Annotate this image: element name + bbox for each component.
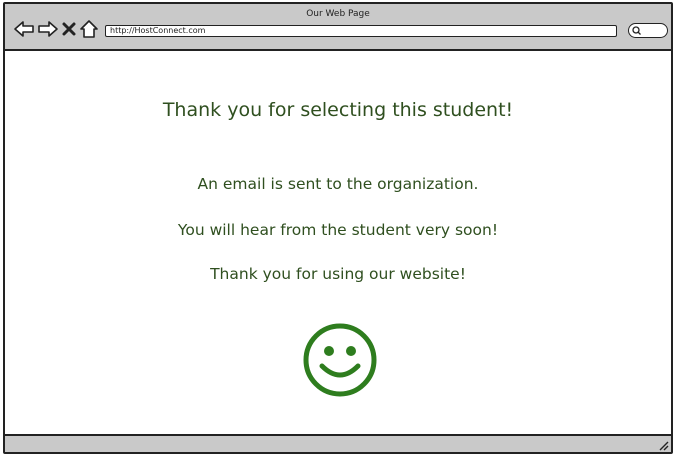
browser-titlebar: Our Web Page http://HostConnect.com xyxy=(5,4,671,51)
student-contact-message: You will hear from the student very soon… xyxy=(177,221,499,239)
search-icon xyxy=(632,26,641,35)
thanks-message: Thank you for using our website! xyxy=(210,265,466,283)
url-bar[interactable]: http://HostConnect.com xyxy=(105,25,617,37)
search-box[interactable] xyxy=(628,23,668,38)
forward-arrow-icon[interactable] xyxy=(37,19,59,39)
email-sent-message: An email is sent to the organization. xyxy=(197,175,479,193)
page-heading: Thank you for selecting this student! xyxy=(162,99,514,121)
close-icon[interactable] xyxy=(61,19,77,39)
page-content: Thank you for selecting this student! An… xyxy=(5,51,671,438)
resize-grip-icon[interactable] xyxy=(657,439,669,451)
browser-statusbar xyxy=(5,434,671,452)
smiley-face-icon xyxy=(302,322,378,398)
back-arrow-icon[interactable] xyxy=(13,19,35,39)
browser-window: Our Web Page http://HostConnect.com Than… xyxy=(3,2,673,454)
window-title: Our Web Page xyxy=(306,9,370,19)
home-icon[interactable] xyxy=(79,19,99,39)
